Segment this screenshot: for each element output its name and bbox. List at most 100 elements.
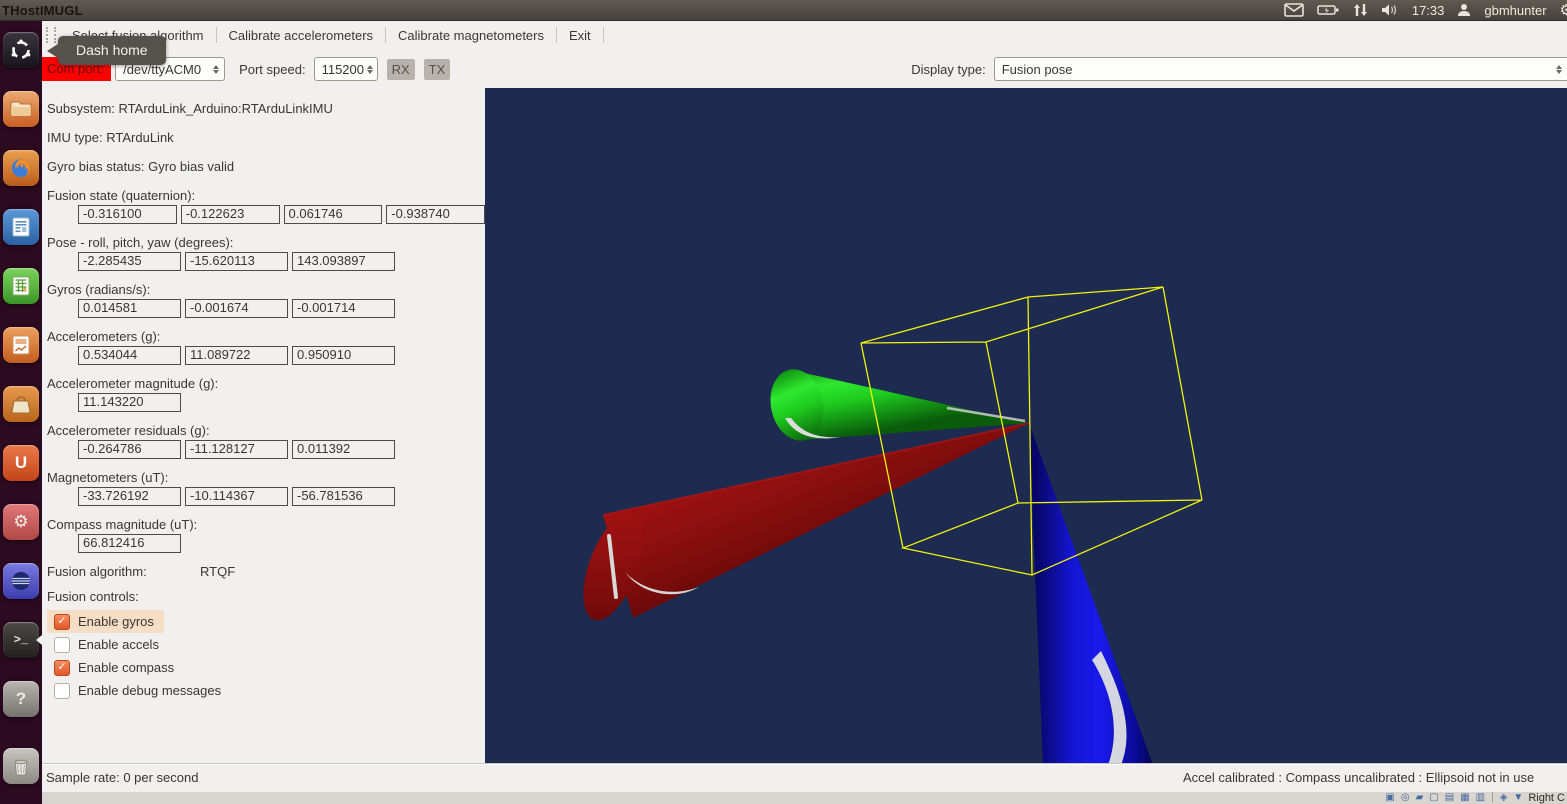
3d-pose-view[interactable] [485, 88, 1567, 764]
optical-disk-icon[interactable]: ◎ [1401, 793, 1410, 803]
sensor-value-box: -2.285435 [78, 252, 181, 271]
menu-item-exit[interactable]: Exit [559, 24, 601, 47]
network-arrows-icon[interactable] [1352, 3, 1368, 17]
launcher-item-software-center[interactable] [0, 374, 42, 433]
clock[interactable]: 17:33 [1412, 3, 1445, 18]
hostkey-menu-icon[interactable]: ▼ [1513, 793, 1523, 803]
sensor-group: Accelerometers (g): 0.53404411.0897220.95… [47, 329, 485, 365]
checkbox[interactable]: ✓ [54, 660, 70, 676]
checkbox[interactable] [54, 683, 70, 699]
usb-icon[interactable]: ▥ [1476, 793, 1485, 803]
sensor-value-box: 0.950910 [292, 346, 395, 365]
window-icon[interactable]: ▢ [1429, 793, 1438, 803]
window-title: THostIMUGL [2, 3, 83, 18]
sensor-group: Gyros (radians/s):0.014581-0.001674-0.00… [47, 282, 485, 318]
control-toolbar: Com port: /dev/ttyACM0 Port speed: 11520… [42, 50, 1567, 88]
top-panel: THostIMUGL 17:33 gbmhunter ⚙ [0, 0, 1567, 21]
menu-separator [603, 27, 604, 43]
checkbox[interactable] [54, 637, 70, 653]
harddisk-icon[interactable]: ▣ [1385, 793, 1394, 803]
sensor-value-row: 66.812416 [78, 534, 485, 553]
checkbox-label: Enable gyros [78, 614, 154, 629]
sensor-value-row: -0.264786-11.1281270.011392 [78, 440, 485, 459]
sensor-group-label: Compass magnitude (uT): [47, 517, 485, 532]
sensor-value-box: -11.128127 [185, 440, 288, 459]
launcher-item-system-settings[interactable]: ⚙ [0, 492, 42, 551]
eclipse-icon [3, 563, 39, 599]
launcher-item-files[interactable] [0, 79, 42, 138]
sensor-value-box: -10.114367 [185, 487, 288, 506]
sensor-group-label: Fusion state (quaternion): [47, 188, 485, 203]
checkbox-row-enable-debug-messages[interactable]: Enable debug messages [47, 679, 231, 702]
separator: | [1491, 793, 1494, 803]
launcher-item-help[interactable]: ? [0, 669, 42, 728]
launcher-item-libreoffice-writer[interactable] [0, 197, 42, 256]
checkbox-label: Enable compass [78, 660, 174, 675]
spinner-icon[interactable] [207, 58, 224, 80]
spinner-icon[interactable] [364, 58, 377, 80]
sensor-value-box: -0.001674 [185, 299, 288, 318]
mail-icon[interactable] [1284, 3, 1304, 17]
display-type-select[interactable]: Fusion pose [994, 57, 1567, 81]
menu-separator [385, 27, 386, 43]
folder-icon[interactable]: ▤ [1445, 793, 1454, 803]
sensor-value-box: -33.726192 [78, 487, 181, 506]
launcher-item-ubuntu-one[interactable]: U [0, 433, 42, 492]
system-tray: 17:33 gbmhunter ⚙ [1284, 1, 1567, 19]
integration-icon[interactable]: ◈ [1500, 793, 1508, 803]
menu-item-calibrate-magnetometers[interactable]: Calibrate magnetometers [388, 24, 554, 47]
launcher-item-terminal[interactable]: >_ [0, 610, 42, 669]
sensor-value-box: -0.001714 [292, 299, 395, 318]
launcher-item-libreoffice-calc[interactable] [0, 256, 42, 315]
sensor-group-label: Gyros (radians/s): [47, 282, 485, 297]
sensor-group: Accelerometer magnitude (g):11.143220 [47, 376, 485, 412]
network-icon[interactable]: ▦ [1460, 793, 1469, 803]
sensor-value-row: -0.316100-0.1226230.061746-0.938740 [78, 205, 485, 224]
session-username[interactable]: gbmhunter [1484, 3, 1546, 18]
z-axis-cone [1029, 423, 1153, 765]
menu-separator [216, 27, 217, 43]
launcher-item-firefox[interactable] [0, 138, 42, 197]
battery-icon[interactable] [1317, 4, 1339, 16]
sensor-data-panel: Subsystem: RTArduLink_Arduino:RTArduLink… [42, 88, 485, 764]
rx-indicator: RX [387, 59, 415, 80]
sensor-value-box: -0.938740 [386, 205, 485, 224]
launcher-item-trash[interactable] [0, 736, 42, 795]
audio-icon[interactable]: ▰ [1416, 793, 1424, 803]
checkbox-label: Enable accels [78, 637, 159, 652]
libreoffice-writer-icon [3, 209, 39, 245]
sensor-value-box: -0.316100 [78, 205, 177, 224]
checkbox-row-enable-gyros[interactable]: ✓ Enable gyros [47, 610, 164, 633]
terminal-icon: >_ [3, 622, 39, 658]
sample-rate-status: Sample rate: 0 per second [46, 770, 198, 785]
sensor-value-row: 0.53404411.0897220.950910 [78, 346, 485, 365]
checkbox-label: Enable debug messages [78, 683, 221, 698]
toolbar-grip[interactable] [46, 27, 56, 43]
checkbox-row-enable-compass[interactable]: ✓ Enable compass [47, 656, 184, 679]
trash-icon [3, 748, 39, 784]
toolbar-menu: Select fusion algorithmCalibrate acceler… [42, 20, 1567, 50]
sensor-group: Magnetometers (uT):-33.726192-10.114367-… [47, 470, 485, 506]
launcher-item-libreoffice-impress[interactable] [0, 315, 42, 374]
menu-separator [556, 27, 557, 43]
port-speed-select[interactable]: 115200 [314, 57, 378, 81]
sensor-group-label: Pose - roll, pitch, yaw (degrees): [47, 235, 485, 250]
focused-app-arrow-icon [36, 635, 42, 645]
sensor-value-row: -2.285435-15.620113143.093897 [78, 252, 485, 271]
spinner-icon[interactable] [1550, 58, 1567, 80]
menu-item-calibrate-accelerometers[interactable]: Calibrate accelerometers [219, 24, 384, 47]
launcher-item-dash-home[interactable] [0, 20, 42, 79]
sensor-value-box: -15.620113 [185, 252, 288, 271]
sensor-value-box: 0.011392 [292, 440, 395, 459]
launcher-item-eclipse[interactable] [0, 551, 42, 610]
checkbox-row-enable-accels[interactable]: Enable accels [47, 633, 169, 656]
help-icon: ? [3, 681, 39, 717]
fusion-algorithm-value: RTQF [200, 564, 235, 579]
sensor-value-box: 11.143220 [78, 393, 181, 412]
port-speed-label: Port speed: [239, 62, 306, 77]
sensor-group-label: Accelerometers (g): [47, 329, 485, 344]
session-gear-icon[interactable]: ⚙ [1560, 1, 1567, 19]
checkbox[interactable]: ✓ [54, 614, 70, 630]
volume-icon[interactable] [1381, 3, 1399, 17]
user-icon [1457, 3, 1471, 17]
